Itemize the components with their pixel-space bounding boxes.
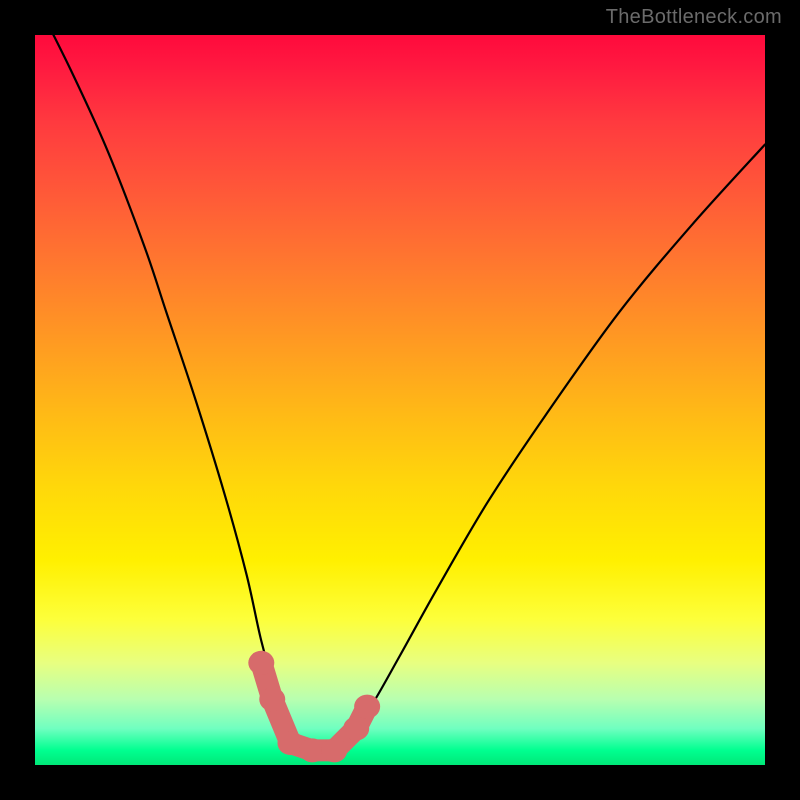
bottleneck-curve: [35, 0, 765, 752]
curve-path: [35, 0, 765, 752]
marker-point: [343, 717, 369, 741]
chart-frame: TheBottleneck.com: [0, 0, 800, 800]
curve-svg: [35, 35, 765, 765]
marker-point: [354, 695, 380, 719]
plot-area: [35, 35, 765, 765]
watermark-text: TheBottleneck.com: [606, 6, 782, 29]
marker-point: [321, 738, 347, 762]
marker-point: [248, 651, 274, 675]
marker-group: [248, 651, 380, 763]
marker-point: [259, 687, 285, 711]
